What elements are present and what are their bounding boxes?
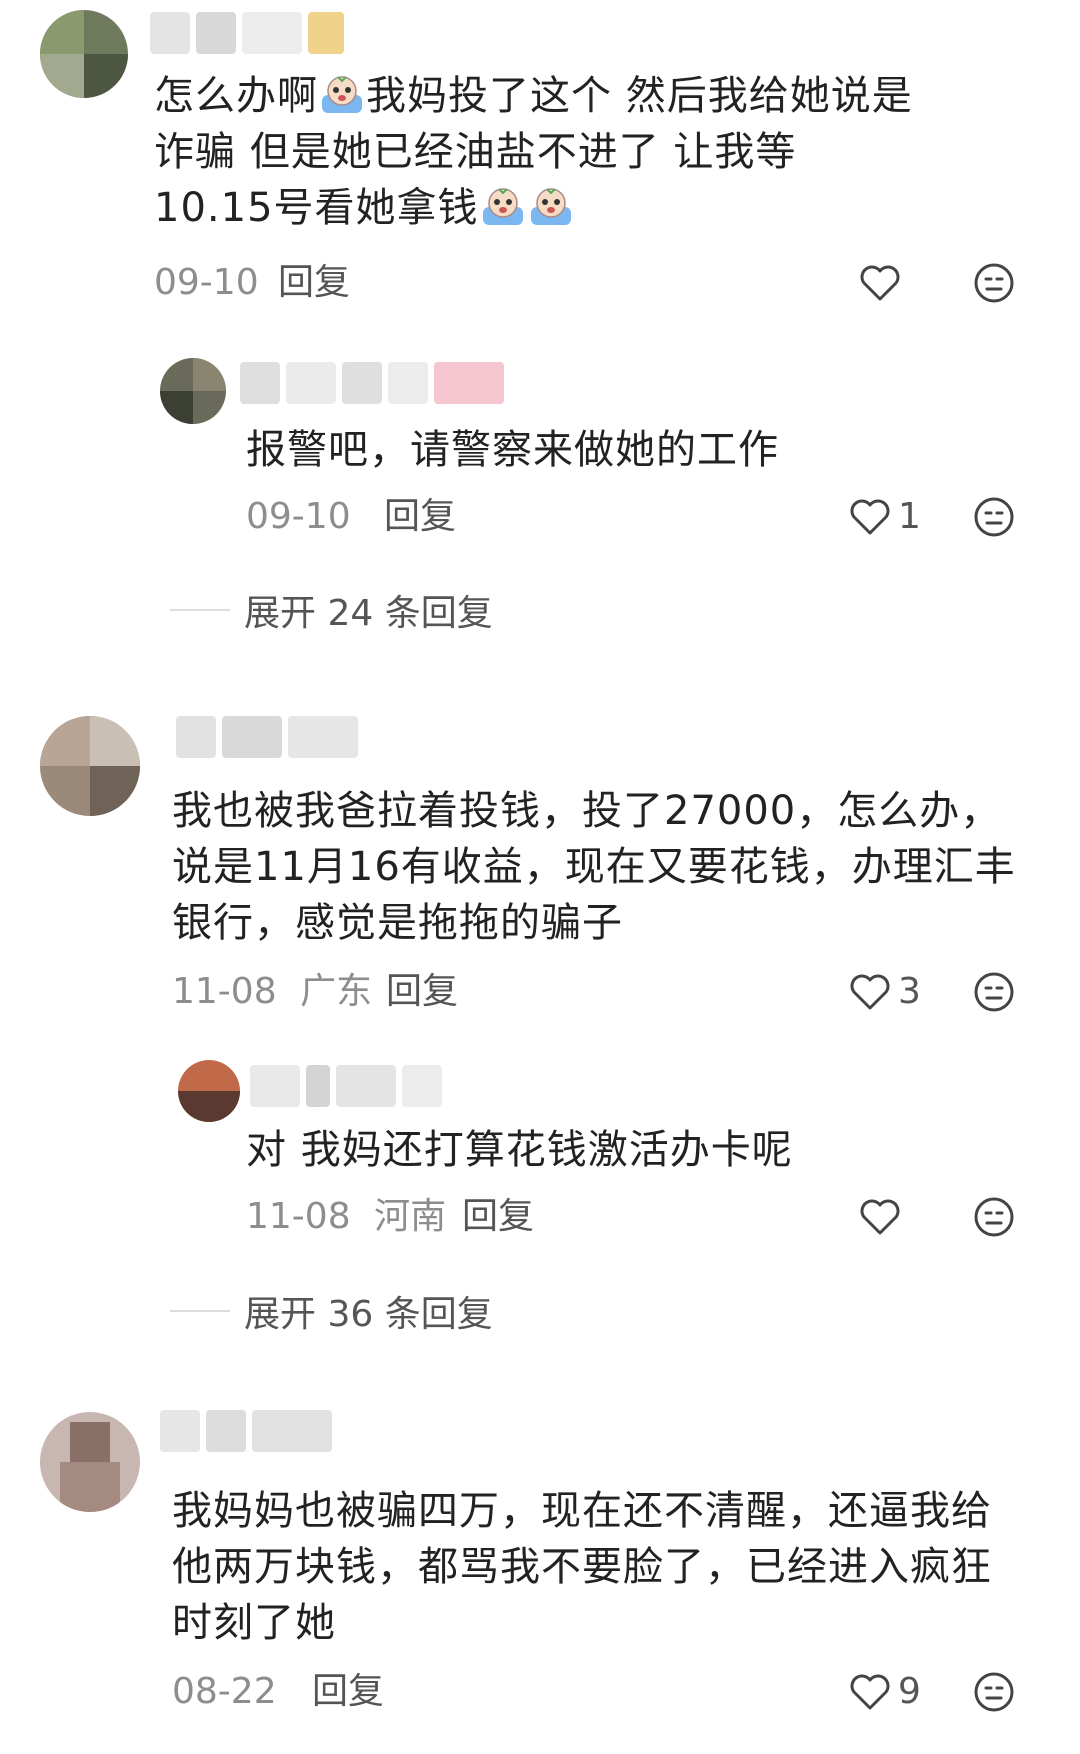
avatar[interactable] [40, 716, 140, 816]
like-count: 1 [898, 496, 921, 537]
heart-outline-icon[interactable] [846, 1668, 894, 1716]
crying-emoji-icon [482, 188, 523, 225]
username-blurred[interactable] [150, 12, 350, 54]
like-count: 3 [898, 971, 921, 1012]
comment-text: 我妈妈也被骗四万，现在还不清醒，还逼我给他两万块钱，都骂我不要脸了，已经进入疯狂… [172, 1488, 992, 1646]
date: 11-08 [172, 971, 277, 1012]
comment-date: 08-22 [172, 1671, 277, 1712]
comment-text: 怎么办啊 我妈投了这个 然后我给她说是诈骗 但是她已经油盐不进了 让我等10.15… [154, 73, 913, 231]
avatar-pixel [193, 358, 226, 391]
location: 河南 [374, 1196, 447, 1237]
meh-face-icon[interactable] [970, 259, 1018, 307]
expand-replies-button[interactable]: 展开 24 条回复 [170, 585, 493, 635]
reply-text: 报警吧，请警察来做她的工作 [246, 427, 779, 473]
avatar-pixel [60, 1462, 120, 1512]
heart-outline-icon[interactable] [846, 493, 894, 541]
username-blurred[interactable] [160, 1410, 380, 1452]
crying-emoji-icon [322, 76, 362, 113]
divider [170, 609, 230, 611]
avatar[interactable] [40, 1412, 140, 1512]
divider [170, 1310, 230, 1312]
meh-face-icon[interactable] [970, 1668, 1018, 1716]
heart-outline-icon[interactable] [856, 1193, 904, 1241]
heart-outline-icon[interactable] [846, 968, 894, 1016]
reply-button[interactable]: 回复 [312, 1667, 384, 1717]
reply-button[interactable]: 回复 [386, 967, 458, 1017]
avatar-pixel [40, 10, 84, 54]
comment-date: 09-10 [154, 262, 259, 303]
avatar-pixel [70, 1422, 110, 1462]
like-count: 9 [898, 1671, 921, 1712]
avatar-pixel [40, 54, 84, 98]
expand-replies-button[interactable]: 展开 36 条回复 [170, 1286, 493, 1336]
reply-button[interactable]: 回复 [384, 492, 456, 542]
expand-label: 展开 24 条回复 [244, 593, 493, 634]
avatar-pixel [90, 716, 140, 766]
avatar[interactable] [178, 1060, 240, 1122]
date: 11-08 [246, 1196, 351, 1237]
username-blurred[interactable] [176, 716, 376, 758]
comment-date: 11-08 广东 [172, 967, 372, 1017]
comment-text: 我也被我爸拉着投钱，投了27000，怎么办，说是11月16有收益，现在又要花钱，… [172, 788, 1016, 946]
meh-face-icon[interactable] [970, 493, 1018, 541]
heart-outline-icon[interactable] [856, 259, 904, 307]
avatar[interactable] [160, 358, 226, 424]
avatar-pixel [160, 391, 193, 424]
meh-face-icon[interactable] [970, 968, 1018, 1016]
username-blurred[interactable] [250, 1065, 480, 1107]
username-blurred[interactable] [240, 362, 520, 404]
expand-label: 展开 36 条回复 [244, 1294, 493, 1335]
reply-date: 09-10 [246, 496, 351, 537]
avatar-pixel [84, 54, 128, 98]
avatar-pixel [178, 1091, 240, 1122]
location: 广东 [300, 971, 373, 1012]
crying-emoji-icon [530, 188, 571, 225]
reply-button[interactable]: 回复 [462, 1192, 534, 1242]
reply-date: 11-08 河南 [246, 1192, 446, 1242]
avatar-pixel [90, 766, 140, 816]
meh-face-icon[interactable] [970, 1193, 1018, 1241]
avatar-pixel [40, 716, 90, 766]
avatar[interactable] [40, 10, 128, 98]
reply-text: 对 我妈还打算花钱激活办卡呢 [246, 1127, 793, 1173]
reply-button[interactable]: 回复 [278, 258, 350, 308]
